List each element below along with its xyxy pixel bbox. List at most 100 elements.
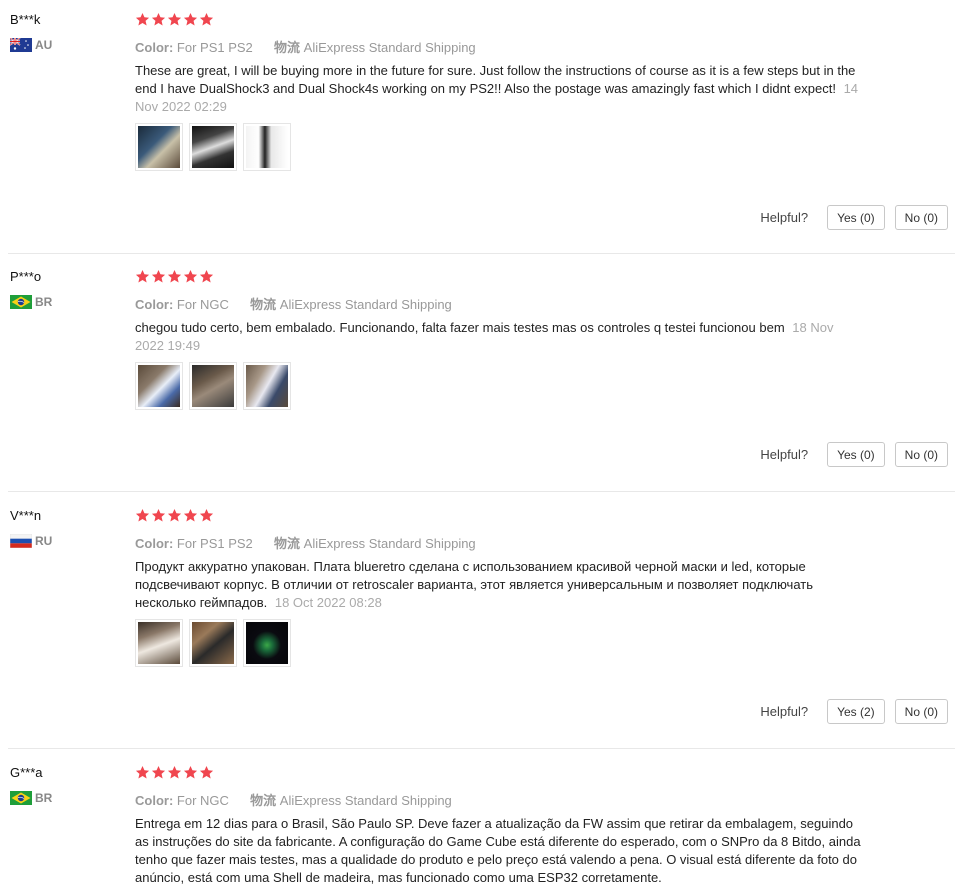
helpful-label: Helpful? <box>760 704 809 719</box>
shipping-label: 物流 <box>250 297 277 312</box>
color-value: For NGC <box>176 793 229 808</box>
reviewer-country: RU <box>10 534 52 548</box>
helpful-yes-button[interactable]: Yes (0) <box>827 205 885 230</box>
helpful-yes-button[interactable]: Yes (0) <box>827 442 885 467</box>
shipping-label: 物流 <box>250 793 277 808</box>
flag-brazil-icon <box>10 791 32 805</box>
review-photo[interactable] <box>189 619 237 667</box>
reviewer-country: BR <box>10 295 52 309</box>
star-icon <box>183 765 198 780</box>
review-body: Entrega em 12 dias para o Brasil, São Pa… <box>135 816 861 885</box>
star-rating <box>135 508 214 523</box>
star-icon <box>183 12 198 27</box>
flag-brazil-icon <box>10 295 32 309</box>
flag-australia-icon <box>10 38 32 52</box>
review-meta: Color: For NGC 物流 AliExpress Standard Sh… <box>135 790 452 809</box>
helpful-section: Helpful? Yes (0) No (0) <box>760 442 948 467</box>
helpful-no-button[interactable]: No (0) <box>894 442 948 467</box>
color-label: Color: <box>135 793 174 808</box>
star-icon <box>199 269 214 284</box>
review-item: G***a BR Color: For NGC 物流 AliExpress St… <box>0 765 955 885</box>
country-code: BR <box>35 791 53 805</box>
reviewer-name: V***n <box>10 508 42 523</box>
review-text: Entrega em 12 dias para o Brasil, São Pa… <box>135 815 865 887</box>
color-label: Color: <box>135 40 174 55</box>
review-item: P***o BR Color: For NGC 物流 AliExpress St… <box>0 269 955 489</box>
star-icon <box>151 269 166 284</box>
review-photos <box>135 619 291 667</box>
review-photos <box>135 362 291 410</box>
review-photos <box>135 123 291 171</box>
star-icon <box>167 765 182 780</box>
star-icon <box>151 12 166 27</box>
star-icon <box>199 12 214 27</box>
review-divider <box>8 748 955 749</box>
star-icon <box>183 508 198 523</box>
review-divider <box>8 253 955 254</box>
star-icon <box>151 508 166 523</box>
review-photo[interactable] <box>243 123 291 171</box>
helpful-section: Helpful? Yes (2) No (0) <box>760 699 948 724</box>
review-body: chegou tudo certo, bem embalado. Funcion… <box>135 320 785 335</box>
review-text: Продукт аккуратно упакован. Плата bluere… <box>135 558 865 612</box>
star-icon <box>167 12 182 27</box>
shipping-label: 物流 <box>274 40 301 55</box>
reviewer-name: G***a <box>10 765 43 780</box>
color-label: Color: <box>135 297 174 312</box>
country-code: RU <box>35 534 53 548</box>
review-meta: Color: For NGC 物流 AliExpress Standard Sh… <box>135 294 452 313</box>
review-body: These are great, I will be buying more i… <box>135 63 856 96</box>
review-date: 18 Oct 2022 08:28 <box>274 595 382 610</box>
review-text: chegou tudo certo, bem embalado. Funcion… <box>135 319 865 355</box>
reviewer-country: BR <box>10 791 52 805</box>
shipping-value: AliExpress Standard Shipping <box>303 40 476 55</box>
helpful-yes-button[interactable]: Yes (2) <box>827 699 885 724</box>
star-rating <box>135 12 214 27</box>
review-text: These are great, I will be buying more i… <box>135 62 865 116</box>
helpful-label: Helpful? <box>760 210 809 225</box>
color-value: For PS1 PS2 <box>176 536 253 551</box>
helpful-section: Helpful? Yes (0) No (0) <box>760 205 948 230</box>
review-meta: Color: For PS1 PS2 物流 AliExpress Standar… <box>135 37 476 56</box>
shipping-value: AliExpress Standard Shipping <box>279 793 452 808</box>
reviewer-name: B***k <box>10 12 41 27</box>
shipping-label: 物流 <box>274 536 301 551</box>
review-divider <box>8 491 955 492</box>
review-meta: Color: For PS1 PS2 物流 AliExpress Standar… <box>135 533 476 552</box>
shipping-value: AliExpress Standard Shipping <box>303 536 476 551</box>
star-rating <box>135 765 214 780</box>
star-icon <box>199 508 214 523</box>
helpful-label: Helpful? <box>760 447 809 462</box>
country-code: BR <box>35 295 53 309</box>
star-icon <box>167 508 182 523</box>
review-item: V***n RU Color: For PS1 PS2 物流 AliExpres… <box>0 508 955 740</box>
review-body: Продукт аккуратно упакован. Плата bluere… <box>135 559 813 610</box>
review-photo[interactable] <box>243 619 291 667</box>
review-photo[interactable] <box>135 362 183 410</box>
star-icon <box>183 269 198 284</box>
reviewer-name: P***o <box>10 269 42 284</box>
star-icon <box>151 765 166 780</box>
reviewer-country: AU <box>10 38 52 52</box>
shipping-value: AliExpress Standard Shipping <box>279 297 452 312</box>
review-photo[interactable] <box>135 619 183 667</box>
review-photo[interactable] <box>189 362 237 410</box>
color-label: Color: <box>135 536 174 551</box>
color-value: For NGC <box>176 297 229 312</box>
star-icon <box>135 508 150 523</box>
review-photo[interactable] <box>135 123 183 171</box>
star-icon <box>135 12 150 27</box>
star-rating <box>135 269 214 284</box>
star-icon <box>167 269 182 284</box>
helpful-no-button[interactable]: No (0) <box>894 699 948 724</box>
country-code: AU <box>35 38 53 52</box>
review-item: B***k AU Color: For PS1 PS2 物流 AliExpres… <box>0 12 955 252</box>
review-photo[interactable] <box>189 123 237 171</box>
review-photo[interactable] <box>243 362 291 410</box>
helpful-no-button[interactable]: No (0) <box>894 205 948 230</box>
flag-russia-icon <box>10 534 32 548</box>
star-icon <box>135 269 150 284</box>
star-icon <box>199 765 214 780</box>
color-value: For PS1 PS2 <box>176 40 253 55</box>
star-icon <box>135 765 150 780</box>
